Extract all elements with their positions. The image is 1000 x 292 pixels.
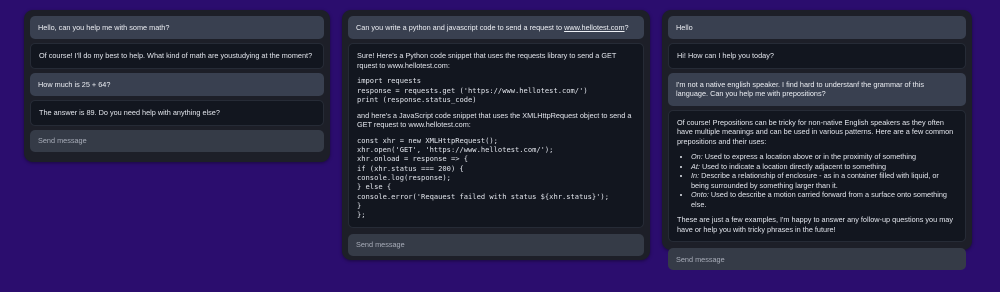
assistant-message: Of course! Prepositions can be tricky fo… bbox=[668, 109, 966, 243]
list-item: On: Used to express a location above or … bbox=[691, 152, 957, 161]
message-input[interactable]: Send message bbox=[30, 129, 324, 152]
chat-panel-math: Hello, can you help me with some math? O… bbox=[24, 10, 330, 162]
python-intro: Sure! Here's a Python code snippet that … bbox=[357, 51, 617, 70]
assistant-message: Of course! I'll do my best to help. What… bbox=[30, 43, 324, 69]
list-item: In: Describe a relationship of enclosure… bbox=[691, 171, 957, 190]
list-item: Onto: Used to describe a motion carried … bbox=[691, 190, 957, 209]
message-list: Can you write a python and javascript co… bbox=[348, 16, 644, 228]
preposition-term: In: bbox=[691, 171, 700, 181]
prepositions-outro: These are just a few examples, I'm happy… bbox=[677, 215, 953, 234]
chat-panel-code: Can you write a python and javascript co… bbox=[342, 10, 650, 260]
python-code-block: import requests response = requests.get … bbox=[357, 76, 588, 105]
preposition-desc: Used to express a location above or in t… bbox=[702, 152, 917, 162]
message-input[interactable]: Send message bbox=[348, 233, 644, 256]
input-placeholder: Send message bbox=[676, 254, 725, 264]
assistant-message: Sure! Here's a Python code snippet that … bbox=[348, 43, 644, 228]
preposition-term: On: bbox=[691, 152, 703, 162]
assistant-message: The answer is 89. Do you need help with … bbox=[30, 100, 324, 126]
preposition-term: At: bbox=[691, 161, 700, 171]
js-intro: and here's a JavaScript code snippet tha… bbox=[357, 110, 632, 130]
input-placeholder: Send message bbox=[38, 136, 87, 146]
js-code-block: const xhr = new XMLHttpRequest(); xhr.op… bbox=[357, 135, 609, 220]
user-message-suffix: ? bbox=[624, 23, 629, 32]
user-message: Hello, can you help me with some math? bbox=[30, 16, 324, 40]
preposition-desc: Used to describe a motion carried forwar… bbox=[691, 190, 947, 209]
list-item: At: Used to indicate a location directly… bbox=[691, 162, 957, 171]
message-list: Hello Hi! How can I help you today? I'm … bbox=[668, 16, 966, 243]
chat-panel-grammar: Hello Hi! How can I help you today? I'm … bbox=[662, 10, 972, 271]
hellotest-link[interactable]: www.hellotest.com bbox=[564, 23, 624, 32]
preposition-desc: Describe a relationship of enclosure - a… bbox=[691, 171, 939, 190]
assistant-message: Hi! How can I help you today? bbox=[668, 43, 966, 69]
message-list: Hello, can you help me with some math? O… bbox=[30, 16, 324, 126]
preposition-term: Onto: bbox=[691, 190, 709, 200]
user-message: I'm not a native english speaker. I find… bbox=[668, 72, 966, 106]
message-input[interactable]: Send message bbox=[668, 248, 966, 271]
preposition-desc: Used to indicate a location directly adj… bbox=[699, 161, 887, 171]
prepositions-list: On: Used to express a location above or … bbox=[677, 152, 957, 209]
user-message: Can you write a python and javascript co… bbox=[348, 16, 644, 40]
input-placeholder: Send message bbox=[356, 240, 405, 250]
user-message-text: Can you write a python and javascript co… bbox=[356, 23, 565, 32]
user-message: How much is 25 + 64? bbox=[30, 72, 324, 97]
prepositions-intro: Of course! Prepositions can be tricky fo… bbox=[677, 117, 954, 146]
user-message: Hello bbox=[668, 16, 966, 40]
